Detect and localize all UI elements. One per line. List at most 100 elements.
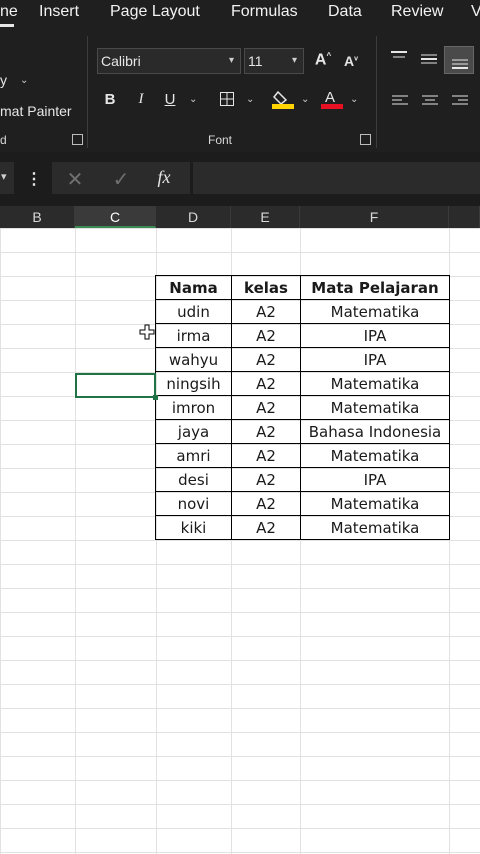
cell-nama[interactable]: novi	[155, 491, 232, 516]
copy-dropdown-chevron-icon[interactable]: ⌄	[20, 75, 28, 86]
cell-nama[interactable]: wahyu	[155, 347, 232, 372]
data-table: Nama kelas Mata Pelajaran udin A2 Matemati…	[155, 275, 450, 540]
font-color-icon[interactable]: A	[321, 88, 343, 110]
align-center-icon[interactable]	[422, 94, 438, 106]
name-box-chevron-icon[interactable]: ▾	[1, 170, 7, 183]
cancel-icon[interactable]: ✕	[65, 167, 85, 192]
align-middle-icon[interactable]	[420, 53, 438, 67]
cell-mata-pelajaran[interactable]: Matematika	[300, 491, 450, 516]
table-row: novi A2 Matematika	[155, 491, 450, 516]
clipboard-dialog-launcher-icon[interactable]	[72, 134, 83, 145]
column-header-d[interactable]: D	[156, 206, 231, 228]
cell-nama[interactable]: amri	[155, 443, 232, 468]
column-header-g[interactable]	[449, 206, 480, 228]
formula-input[interactable]	[193, 162, 480, 194]
cell-kelas[interactable]: A2	[231, 395, 301, 420]
table-row: imron A2 Matematika	[155, 395, 450, 420]
fill-color-icon[interactable]	[272, 88, 294, 110]
align-top-icon[interactable]	[390, 50, 408, 64]
tab-insert[interactable]: Insert	[39, 3, 79, 21]
cell-nama[interactable]: ningsih	[155, 371, 232, 396]
table-row: amri A2 Matematika	[155, 443, 450, 468]
cell-mata-pelajaran[interactable]: Matematika	[300, 515, 450, 540]
italic-icon[interactable]: I	[134, 91, 148, 108]
table-header-row: Nama kelas Mata Pelajaran	[155, 275, 450, 300]
cell-mata-pelajaran[interactable]: IPA	[300, 467, 450, 492]
ribbon-separator	[376, 36, 377, 148]
cell-nama[interactable]: imron	[155, 395, 232, 420]
cell-mata-pelajaran[interactable]: Matematika	[300, 395, 450, 420]
header-cell-kelas[interactable]: kelas	[231, 275, 301, 300]
column-header-e[interactable]: E	[231, 206, 300, 228]
format-painter-button[interactable]: mat Painter	[0, 103, 72, 119]
table-row: ningsih A2 Matematika	[155, 371, 450, 396]
name-box[interactable]: ▾	[0, 162, 14, 194]
font-color-chevron-icon[interactable]: ⌄	[350, 94, 358, 105]
tab-page-layout[interactable]: Page Layout	[110, 3, 200, 21]
cell-kelas[interactable]: A2	[231, 491, 301, 516]
header-cell-nama[interactable]: Nama	[155, 275, 232, 300]
table-row: jaya A2 Bahasa Indonesia	[155, 419, 450, 444]
increase-font-size-icon[interactable]: A^	[314, 51, 332, 69]
cell-kelas[interactable]: A2	[231, 347, 301, 372]
cell-nama[interactable]: jaya	[155, 419, 232, 444]
column-header-b[interactable]: B	[0, 206, 75, 228]
cell-select-cursor-icon	[139, 324, 155, 340]
cell-nama[interactable]: desi	[155, 467, 232, 492]
fill-color-chevron-icon[interactable]: ⌄	[301, 94, 309, 105]
svg-text:A: A	[325, 89, 335, 106]
table-row: udin A2 Matematika	[155, 299, 450, 324]
cell-mata-pelajaran[interactable]: Bahasa Indonesia	[300, 419, 450, 444]
font-size-dropdown[interactable]: 11 ▾	[244, 48, 304, 74]
cell-mata-pelajaran[interactable]: Matematika	[300, 443, 450, 468]
insert-function-icon[interactable]: fx	[153, 167, 175, 188]
align-right-icon[interactable]	[452, 94, 468, 106]
menu-tabs: ne Insert Page Layout Formulas Data Revi…	[0, 0, 480, 27]
underline-icon[interactable]: U	[163, 91, 177, 108]
enter-icon[interactable]: ✓	[111, 167, 131, 192]
ribbon: ne Insert Page Layout Formulas Data Revi…	[0, 0, 480, 152]
font-size-chevron-icon: ▾	[292, 55, 298, 66]
align-left-icon[interactable]	[392, 94, 408, 106]
cell-mata-pelajaran[interactable]: Matematika	[300, 299, 450, 324]
cell-nama[interactable]: udin	[155, 299, 232, 324]
cell-kelas[interactable]: A2	[231, 419, 301, 444]
font-name-dropdown[interactable]: Calibri ▾	[97, 48, 241, 74]
font-dialog-launcher-icon[interactable]	[360, 134, 371, 145]
clipboard-group-label: d	[0, 133, 7, 147]
more-options-icon[interactable]: ⋮	[26, 169, 42, 189]
header-cell-mata-pelajaran[interactable]: Mata Pelajaran	[300, 275, 450, 300]
fill-handle[interactable]	[153, 395, 158, 400]
cell-kelas[interactable]: A2	[231, 299, 301, 324]
tab-home[interactable]: ne	[0, 3, 18, 21]
cell-mata-pelajaran[interactable]: IPA	[300, 323, 450, 348]
cell-kelas[interactable]: A2	[231, 323, 301, 348]
column-header-f[interactable]: F	[300, 206, 449, 228]
tab-data[interactable]: Data	[328, 3, 362, 21]
bold-icon[interactable]: B	[103, 91, 117, 108]
active-cell-selection[interactable]	[75, 373, 156, 398]
tab-review[interactable]: Review	[391, 3, 443, 21]
cell-kelas[interactable]: A2	[231, 443, 301, 468]
tab-formulas[interactable]: Formulas	[231, 3, 298, 21]
cell-kelas[interactable]: A2	[231, 515, 301, 540]
copy-button-label[interactable]: y	[0, 72, 7, 88]
table-row: irma A2 IPA	[155, 323, 450, 348]
cell-nama[interactable]: irma	[155, 323, 232, 348]
cell-kelas[interactable]: A2	[231, 467, 301, 492]
borders-icon[interactable]	[220, 92, 234, 106]
borders-chevron-icon[interactable]: ⌄	[246, 94, 254, 105]
tab-view[interactable]: V	[471, 3, 480, 21]
formula-bar: ▾ ⋮ ✕ ✓ fx	[0, 152, 480, 206]
cell-mata-pelajaran[interactable]: Matematika	[300, 371, 450, 396]
underline-chevron-icon[interactable]: ⌄	[189, 94, 197, 105]
column-header-c[interactable]: C	[75, 206, 156, 228]
cell-kelas[interactable]: A2	[231, 371, 301, 396]
cell-mata-pelajaran[interactable]: IPA	[300, 347, 450, 372]
font-size-value: 11	[248, 53, 263, 69]
cell-nama[interactable]: kiki	[155, 515, 232, 540]
decrease-font-size-icon[interactable]: Av	[342, 53, 360, 69]
align-bottom-button[interactable]	[444, 46, 474, 74]
active-tab-indicator	[0, 24, 14, 27]
table-row: desi A2 IPA	[155, 467, 450, 492]
